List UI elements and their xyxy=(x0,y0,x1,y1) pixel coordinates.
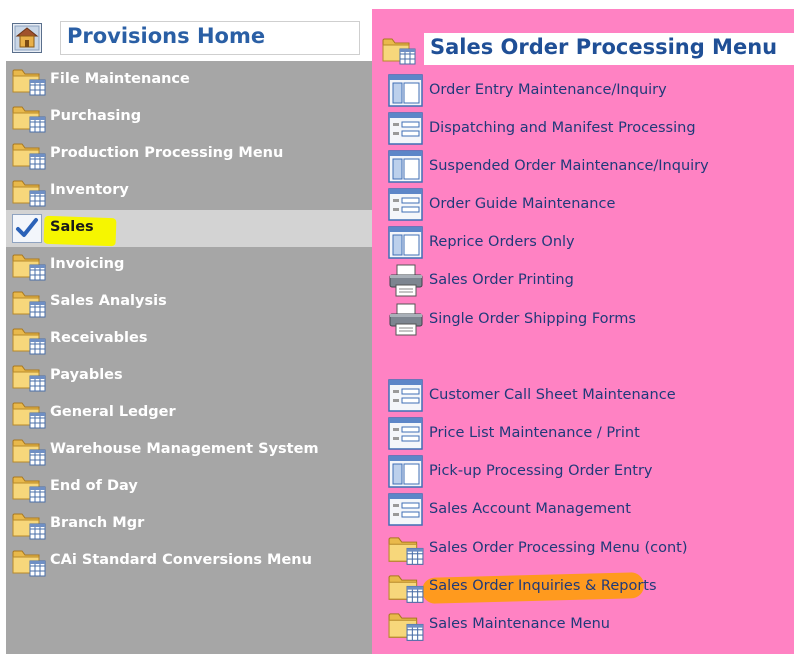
menu-item-production-processing[interactable]: Production Processing Menu xyxy=(6,136,372,173)
submenu-item-sales-order-printing[interactable]: Sales Order Printing xyxy=(372,263,794,299)
menu-item-label: Warehouse Management System xyxy=(50,441,319,457)
form-split-icon xyxy=(388,150,423,183)
menu-item-end-of-day[interactable]: End of Day xyxy=(6,469,372,506)
folder-icon xyxy=(12,291,46,318)
menu-item-label: Purchasing xyxy=(50,108,142,124)
submenu-item-label: Price List Maintenance / Print xyxy=(429,425,640,441)
menu-item-label: General Ledger xyxy=(50,404,176,420)
submenu-item-label: Order Guide Maintenance xyxy=(429,196,616,212)
menu-item-label: CAi Standard Conversions Menu xyxy=(50,552,312,568)
submenu-item-shipping-forms[interactable]: Single Order Shipping Forms xyxy=(372,302,794,338)
submenu-item-pickup-processing[interactable]: Pick-up Processing Order Entry xyxy=(372,454,794,490)
folder-icon xyxy=(12,402,46,429)
form-split-icon xyxy=(388,455,423,488)
submenu-title: Sales Order Processing Menu xyxy=(430,35,778,59)
form-list-icon xyxy=(388,417,423,450)
folder-icon xyxy=(12,476,46,503)
folder-icon xyxy=(12,143,46,170)
folder-icon xyxy=(12,69,46,96)
form-list-icon xyxy=(388,112,423,145)
menu-item-label: File Maintenance xyxy=(50,71,190,87)
submenu-item-call-sheet[interactable]: Customer Call Sheet Maintenance xyxy=(372,378,794,414)
menu-item-receivables[interactable]: Receivables xyxy=(6,321,372,358)
menu-item-label: Inventory xyxy=(50,182,129,198)
menu-item-inventory[interactable]: Inventory xyxy=(6,173,372,210)
folder-icon xyxy=(12,365,46,392)
submenu-item-sales-account[interactable]: Sales Account Management xyxy=(372,492,794,528)
menu-item-purchasing[interactable]: Purchasing xyxy=(6,99,372,136)
form-list-icon xyxy=(388,493,423,526)
folder-icon xyxy=(12,550,46,577)
submenu-item-label: Single Order Shipping Forms xyxy=(429,311,636,327)
submenu-item-label: Sales Order Inquiries & Reports xyxy=(429,578,657,594)
folder-icon xyxy=(388,575,424,603)
submenu-item-suspended-order[interactable]: Suspended Order Maintenance/Inquiry xyxy=(372,149,794,185)
submenu-item-inquiries-reports[interactable]: Sales Order Inquiries & Reports xyxy=(372,569,794,605)
menu-item-payables[interactable]: Payables xyxy=(6,358,372,395)
submenu-pane: Sales Order Processing Menu Order Entry … xyxy=(372,9,794,654)
folder-icon xyxy=(12,439,46,466)
menu-item-sales-analysis[interactable]: Sales Analysis xyxy=(6,284,372,321)
submenu-item-label: Customer Call Sheet Maintenance xyxy=(429,387,676,403)
submenu-item-label: Order Entry Maintenance/Inquiry xyxy=(429,82,667,98)
folder-icon xyxy=(12,254,46,281)
menu-item-label: Branch Mgr xyxy=(50,515,145,531)
folder-icon xyxy=(12,180,46,207)
submenu-title-box: Sales Order Processing Menu xyxy=(424,33,794,65)
submenu-item-order-guide[interactable]: Order Guide Maintenance xyxy=(372,187,794,223)
printer-icon xyxy=(389,264,423,297)
page-title: Provisions Home xyxy=(67,24,266,48)
menu-item-label: Payables xyxy=(50,367,123,383)
checkmark-icon xyxy=(12,214,42,243)
menu-item-cai-conversions[interactable]: CAi Standard Conversions Menu xyxy=(6,543,372,580)
form-split-icon xyxy=(388,74,423,107)
folder-icon xyxy=(388,613,424,641)
submenu-item-sales-maintenance[interactable]: Sales Maintenance Menu xyxy=(372,607,794,643)
submenu-item-label: Sales Maintenance Menu xyxy=(429,616,611,632)
folder-icon xyxy=(382,38,416,65)
form-list-icon xyxy=(388,188,423,221)
submenu-item-label: Sales Order Processing Menu (cont) xyxy=(429,540,688,556)
home-header: Provisions Home xyxy=(6,9,372,61)
menu-item-warehouse-management[interactable]: Warehouse Management System xyxy=(6,432,372,469)
submenu-item-order-entry[interactable]: Order Entry Maintenance/Inquiry xyxy=(372,73,794,109)
submenu-item-label: Suspended Order Maintenance/Inquiry xyxy=(429,158,709,174)
home-title-box: Provisions Home xyxy=(60,21,360,55)
menu-item-label: Production Processing Menu xyxy=(50,145,284,161)
folder-icon xyxy=(12,513,46,540)
menu-item-sales[interactable]: Sales xyxy=(6,210,372,247)
form-list-icon xyxy=(388,379,423,412)
menu-item-file-maintenance[interactable]: File Maintenance xyxy=(6,62,372,99)
submenu-item-dispatching[interactable]: Dispatching and Manifest Processing xyxy=(372,111,794,147)
submenu-item-price-list[interactable]: Price List Maintenance / Print xyxy=(372,416,794,452)
submenu-item-label: Sales Account Management xyxy=(429,501,631,517)
folder-icon xyxy=(388,537,424,565)
submenu-item-reprice-orders[interactable]: Reprice Orders Only xyxy=(372,225,794,261)
menu-item-label: Sales xyxy=(50,219,94,235)
menu-item-invoicing[interactable]: Invoicing xyxy=(6,247,372,284)
menu-item-general-ledger[interactable]: General Ledger xyxy=(6,395,372,432)
submenu-item-label: Sales Order Printing xyxy=(429,272,574,288)
folder-icon xyxy=(12,106,46,133)
submenu-item-processing-cont[interactable]: Sales Order Processing Menu (cont) xyxy=(372,531,794,567)
form-split-icon xyxy=(388,226,423,259)
provisions-window: Provisions Home File Maintenance Purchas… xyxy=(0,0,794,654)
submenu-item-label: Reprice Orders Only xyxy=(429,234,575,250)
menu-item-label: Invoicing xyxy=(50,256,125,272)
printer-icon xyxy=(389,303,423,336)
folder-icon xyxy=(12,328,46,355)
menu-item-label: Receivables xyxy=(50,330,148,346)
main-menu-pane: Provisions Home File Maintenance Purchas… xyxy=(6,9,372,654)
menu-item-branch-mgr[interactable]: Branch Mgr xyxy=(6,506,372,543)
menu-item-label: End of Day xyxy=(50,478,138,494)
home-icon[interactable] xyxy=(12,23,42,53)
menu-item-label: Sales Analysis xyxy=(50,293,167,309)
submenu-item-label: Dispatching and Manifest Processing xyxy=(429,120,696,136)
submenu-item-label: Pick-up Processing Order Entry xyxy=(429,463,653,479)
